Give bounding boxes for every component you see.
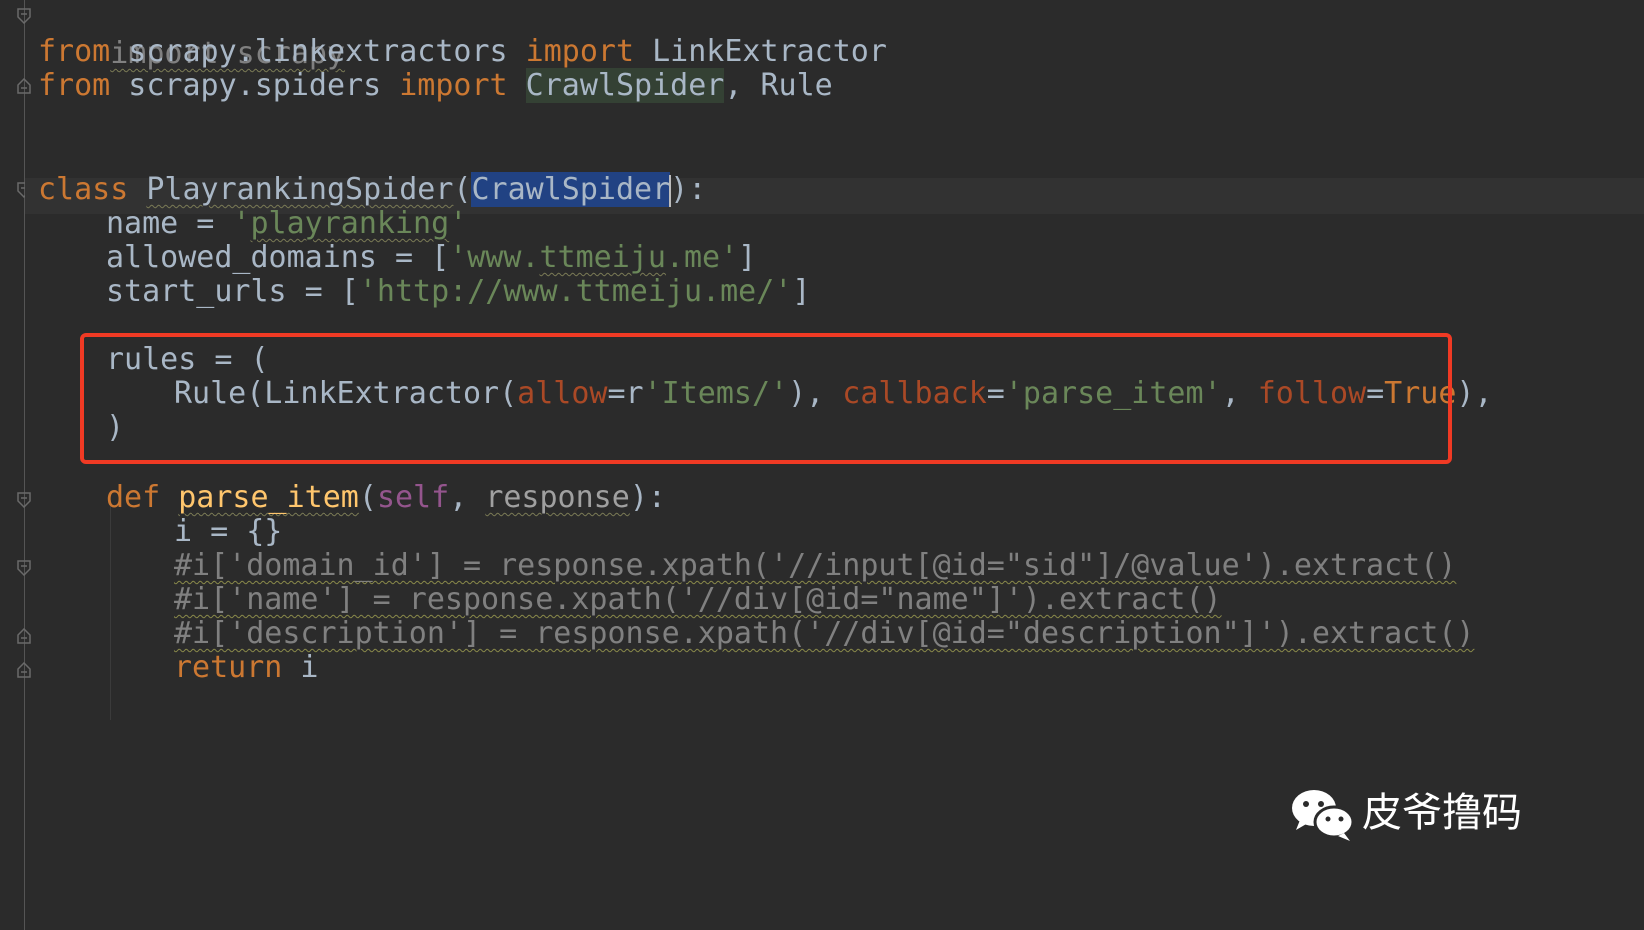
fold-collapse-icon[interactable] [17, 8, 31, 24]
comment: #i['domain_id'] = response.xpath('//inpu… [174, 548, 1457, 583]
wechat-icon [1290, 786, 1356, 844]
code-line[interactable]: #i['domain_id'] = response.xpath('//inpu… [174, 548, 1456, 584]
assignment: allowed_domains = [ [106, 240, 450, 275]
keyword: class [38, 172, 129, 207]
assignment: i = {} [174, 514, 283, 549]
punctuation: , [449, 480, 486, 515]
punctuation: ] [738, 240, 757, 275]
string-value: playranking [250, 206, 450, 241]
highlighted-identifier: CrawlSpider [525, 68, 725, 103]
watermark-text: 皮爷撸码 [1362, 790, 1522, 836]
code-line[interactable]: i = {} [174, 514, 282, 550]
code-line[interactable]: #i['description'] = response.xpath('//di… [174, 616, 1474, 652]
punctuation: ): [629, 480, 666, 515]
code-line[interactable]: import scrapy [38, 0, 345, 71]
string-quote: ' [449, 206, 468, 241]
keyword: from [38, 34, 111, 69]
code-editor[interactable]: import scrapy from scrapy.linkextractors… [0, 0, 1644, 930]
editor-gutter [0, 0, 25, 930]
identifier: i [282, 650, 319, 685]
punctuation: ] [792, 274, 811, 309]
punctuation: ( [453, 172, 472, 207]
string-value: .me' [665, 240, 739, 275]
code-line[interactable]: name = 'playranking' [106, 206, 467, 242]
code-line[interactable]: from scrapy.spiders import CrawlSpider, … [38, 68, 833, 104]
code-line[interactable]: allowed_domains = ['www.ttmeiju.me'] [106, 240, 756, 276]
function-name: parse_item [178, 480, 359, 515]
highlight-annotation-box [80, 333, 1452, 464]
string-value: 'http://www.ttmeiju.me/' [358, 274, 793, 309]
fold-collapse-icon[interactable] [17, 492, 31, 508]
keyword: def [106, 480, 161, 515]
module-name: scrapy.linkextractors [110, 34, 526, 69]
punctuation: ( [358, 480, 377, 515]
indent-guide [110, 500, 111, 720]
self-param: self [376, 480, 450, 515]
code-line[interactable]: def parse_item(self, response): [106, 480, 666, 516]
code-line[interactable]: from scrapy.linkextractors import LinkEx… [38, 34, 887, 70]
fold-end-icon[interactable] [17, 78, 31, 94]
code-line[interactable]: return i [174, 650, 319, 686]
imported-name: , Rule [724, 68, 833, 103]
fold-end-icon[interactable] [17, 662, 31, 678]
code-line[interactable]: class PlayrankingSpider(CrawlSpider): [38, 172, 706, 208]
selected-identifier: CrawlSpider [471, 172, 671, 207]
comment: #i['description'] = response.xpath('//di… [174, 616, 1475, 651]
punctuation: ): [670, 172, 707, 207]
class-name: PlayrankingSpider [146, 172, 454, 207]
assignment: name = [106, 206, 233, 241]
module-name: scrapy.spiders [110, 68, 400, 103]
code-line[interactable]: #i['name'] = response.xpath('//div[@id="… [174, 582, 1222, 618]
comment: #i['name'] = response.xpath('//div[@id="… [174, 582, 1222, 617]
fold-collapse-icon[interactable] [17, 560, 31, 576]
imported-name: LinkExtractor [634, 34, 887, 69]
punctuation: ), [1456, 376, 1493, 411]
keyword: from [38, 68, 111, 103]
assignment: start_urls = [ [106, 274, 359, 309]
string-quote: ' [232, 206, 251, 241]
fold-end-icon[interactable] [17, 628, 31, 644]
keyword: import [399, 68, 508, 103]
code-line[interactable]: start_urls = ['http://www.ttmeiju.me/'] [106, 274, 810, 310]
string-value: 'www. [449, 240, 540, 275]
keyword: return [174, 650, 283, 685]
string-value: ttmeiju [539, 240, 666, 275]
unused-param: response [485, 480, 630, 515]
watermark: 皮爷撸码 [1290, 780, 1540, 850]
keyword: import [525, 34, 635, 69]
